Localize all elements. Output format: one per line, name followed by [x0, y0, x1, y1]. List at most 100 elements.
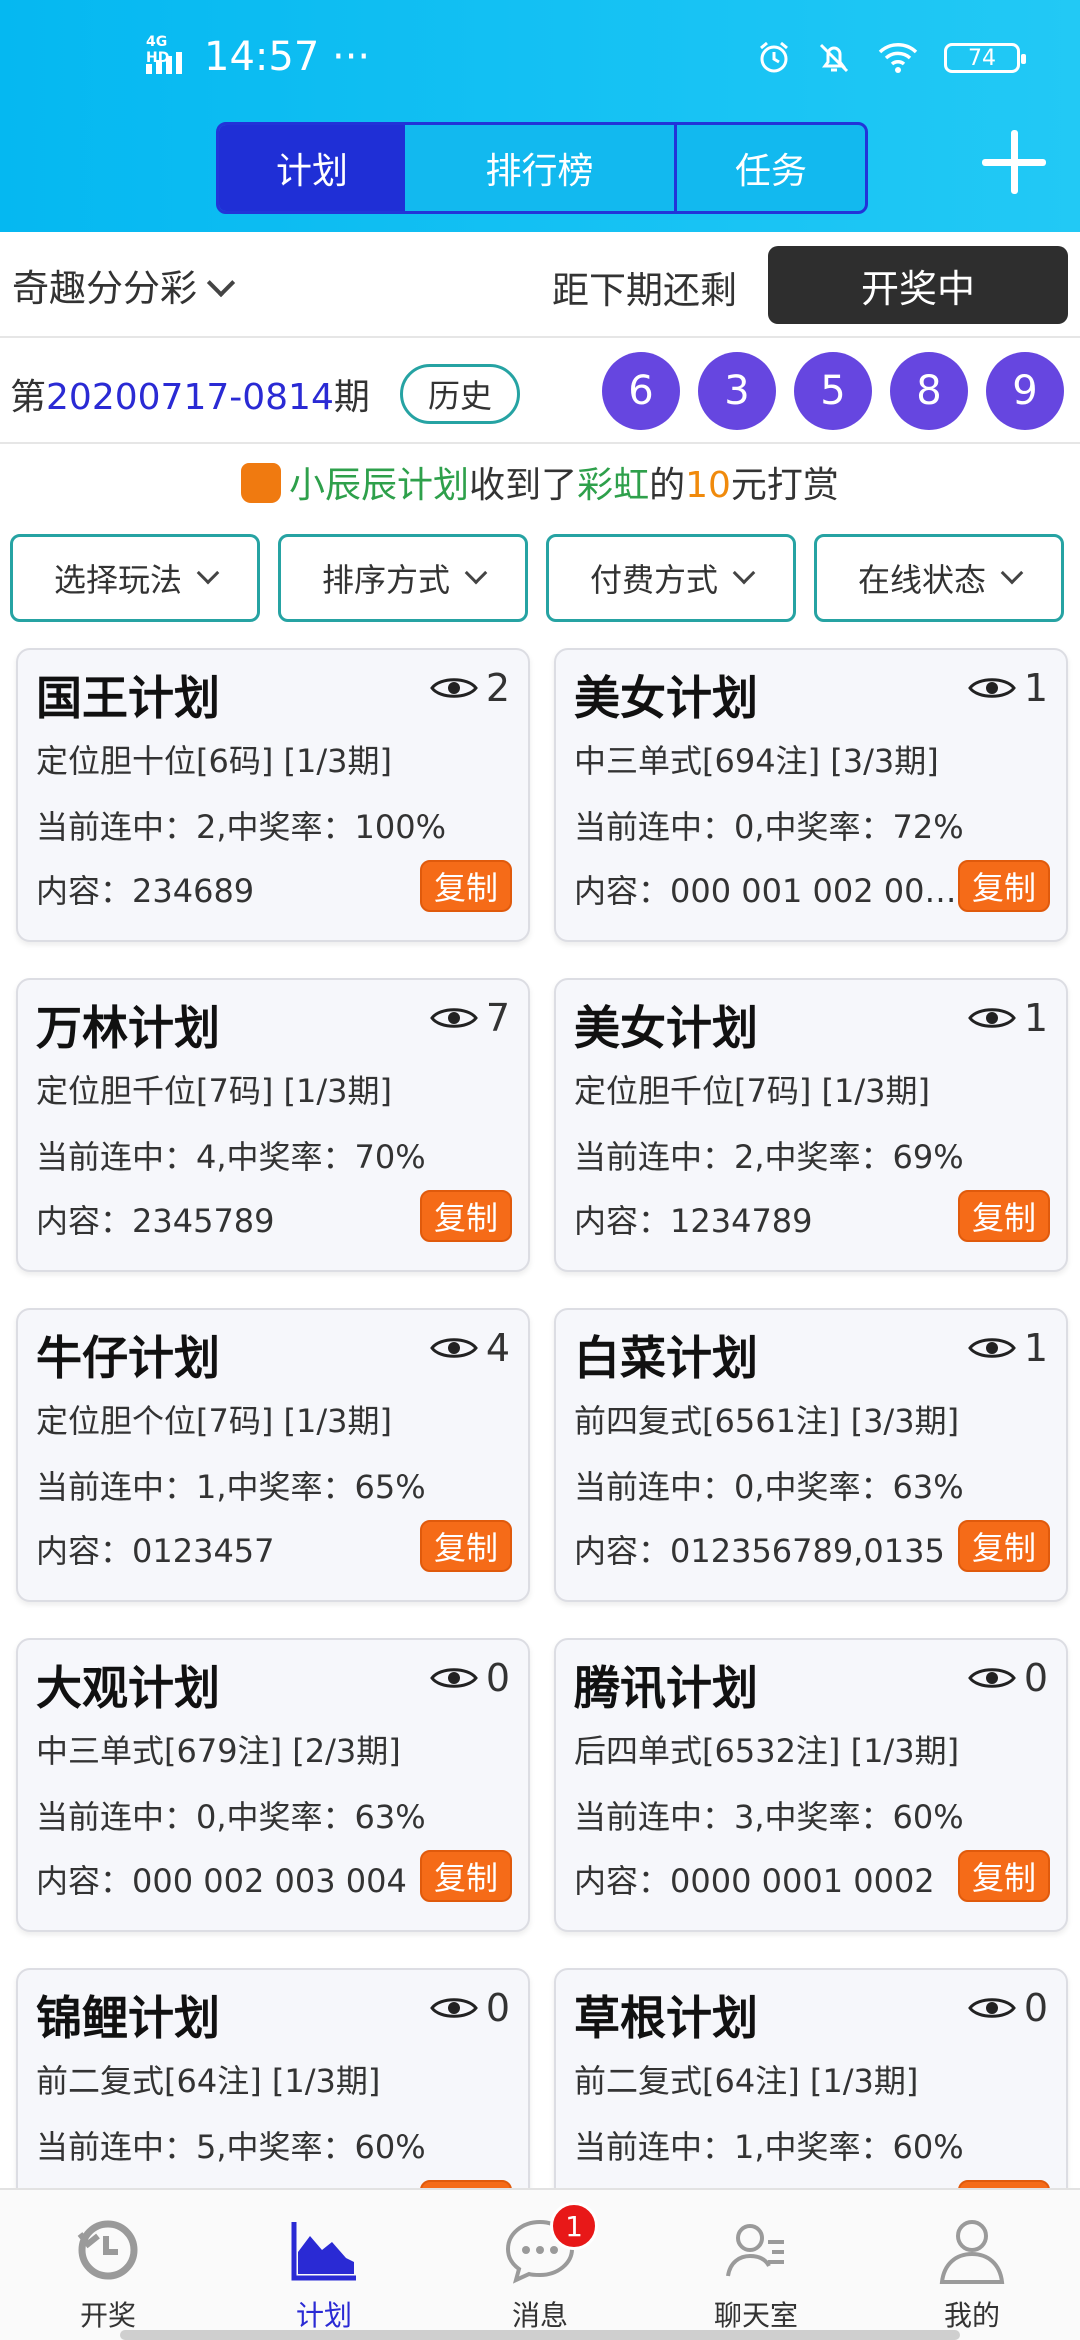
nav-item-profile[interactable]: 我的	[864, 2190, 1080, 2340]
plan-card[interactable]: 美女计划 1 中三单式[694注] [3/3期] 当前连中：0,中奖率：72% …	[554, 648, 1068, 942]
battery-icon: 74	[944, 43, 1026, 73]
plan-card[interactable]: 国王计划 2 定位胆十位[6码] [1/3期] 当前连中：2,中奖率：100% …	[16, 648, 530, 942]
view-count-value: 1	[1023, 1326, 1048, 1370]
countdown-label: 距下期还剩	[552, 269, 737, 312]
plan-title: 美女计划	[574, 671, 758, 725]
plan-desc: 前四复式[6561注] [3/3期]	[574, 1402, 960, 1440]
chevron-down-icon	[464, 561, 488, 585]
eye-icon	[967, 1338, 1016, 1358]
plan-title: 万林计划	[36, 1001, 220, 1055]
tab-plan[interactable]: 计划	[219, 125, 405, 211]
nav-item-chatroom[interactable]: 聊天室	[648, 2190, 864, 2340]
view-count-value: 0	[1023, 1986, 1048, 2030]
plan-card[interactable]: 牛仔计划 4 定位胆个位[7码] [1/3期] 当前连中：1,中奖率：65% 内…	[16, 1308, 530, 1602]
copy-button[interactable]: 复制	[420, 1190, 512, 1242]
period-number: 20200717-0814	[46, 377, 334, 418]
history-button[interactable]: 历史	[400, 364, 520, 424]
result-ball: 5	[794, 352, 872, 430]
copy-button[interactable]: 复制	[420, 860, 512, 912]
view-count-value: 1	[1023, 666, 1048, 710]
plan-title: 牛仔计划	[36, 1331, 220, 1385]
top-tab-bar: 计划 排行榜 任务	[216, 122, 868, 214]
view-count-value: 1	[1023, 996, 1048, 1040]
plan-title: 美女计划	[574, 1001, 758, 1055]
plan-title: 草根计划	[574, 1991, 758, 2045]
plan-title: 大观计划	[36, 1661, 220, 1715]
view-count-value: 7	[485, 996, 510, 1040]
view-count: 1	[967, 996, 1048, 1040]
eye-icon	[967, 1668, 1016, 1688]
eye-icon	[967, 1008, 1016, 1028]
plan-content: 内容：0123457	[36, 1532, 275, 1570]
copy-button[interactable]: 复制	[420, 1850, 512, 1902]
tab-tasks[interactable]: 任务	[677, 125, 865, 211]
plan-content: 内容：2345789	[36, 1202, 275, 1240]
view-count: 0	[967, 1986, 1048, 2030]
plan-content: 内容：1234789	[574, 1202, 813, 1240]
plan-card[interactable]: 白菜计划 1 前四复式[6561注] [3/3期] 当前连中：0,中奖率：63%…	[554, 1308, 1068, 1602]
eye-icon	[429, 1668, 478, 1688]
plan-title: 腾讯计划	[574, 1661, 758, 1715]
copy-button[interactable]: 复制	[958, 1850, 1050, 1902]
view-count-value: 0	[485, 1986, 510, 2030]
copy-button[interactable]: 复制	[958, 1190, 1050, 1242]
copy-button[interactable]: 复制	[958, 860, 1050, 912]
chevron-down-icon	[732, 561, 756, 585]
plan-card[interactable]: 大观计划 0 中三单式[679注] [2/3期] 当前连中：0,中奖率：63% …	[16, 1638, 530, 1932]
plan-stats: 当前连中：2,中奖率：100%	[36, 808, 447, 846]
view-count: 1	[967, 666, 1048, 710]
plan-stats: 当前连中：1,中奖率：65%	[36, 1468, 426, 1506]
plan-card[interactable]: 腾讯计划 0 后四单式[6532注] [1/3期] 当前连中：3,中奖率：60%…	[554, 1638, 1068, 1932]
unread-badge: 1	[550, 2202, 598, 2250]
top-header: 4G HD 14:57 ··· 74 计划 排行榜 任务	[0, 0, 1080, 232]
nav-label: 我的	[943, 2299, 1000, 2332]
filter-play-type[interactable]: 选择玩法	[10, 534, 260, 622]
copy-button[interactable]: 复制	[420, 1520, 512, 1572]
plan-desc: 后四单式[6532注] [1/3期]	[574, 1732, 960, 1770]
notice-text: 元打赏	[730, 465, 839, 506]
plan-content: 内容：000 001 002 003 004	[574, 872, 958, 910]
plan-title: 国王计划	[36, 671, 220, 725]
filter-sort[interactable]: 排序方式	[278, 534, 528, 622]
plus-icon[interactable]	[982, 130, 1046, 194]
copy-button[interactable]: 复制	[958, 1520, 1050, 1572]
nav-item-lottery[interactable]: 开奖	[0, 2190, 216, 2340]
filter-label: 付费方式	[589, 561, 718, 599]
notice-planner: 小辰辰计划	[289, 465, 470, 506]
plan-content: 内容：0000 0001 0002	[574, 1862, 935, 1900]
plan-desc: 中三单式[694注] [3/3期]	[574, 742, 939, 780]
nav-item-plan[interactable]: 计划	[216, 2190, 432, 2340]
plan-title: 白菜计划	[574, 1331, 758, 1385]
chevron-down-icon	[206, 268, 236, 298]
eye-icon	[429, 1338, 478, 1358]
notice-text: 的	[649, 465, 686, 506]
eye-icon	[429, 678, 478, 698]
plan-content: 内容：012356789,0135	[574, 1532, 945, 1570]
plan-card[interactable]: 万林计划 7 定位胆千位[7码] [1/3期] 当前连中：4,中奖率：70% 内…	[16, 978, 530, 1272]
alarm-icon	[760, 41, 788, 73]
wifi-icon	[878, 43, 918, 73]
view-count: 2	[429, 666, 510, 710]
plan-desc: 前二复式[64注] [1/3期]	[574, 2062, 919, 2100]
home-indicator	[120, 2330, 960, 2340]
plan-card[interactable]: 美女计划 1 定位胆千位[7码] [1/3期] 当前连中：2,中奖率：69% 内…	[554, 978, 1068, 1272]
bottom-nav: 开奖 计划 消息 1 聊天室 我的	[0, 2188, 1080, 2340]
lottery-selector[interactable]: 奇趣分分彩	[12, 258, 236, 312]
period-label: 第20200717-0814期	[10, 368, 370, 420]
tab-ranking[interactable]: 排行榜	[405, 125, 677, 211]
chart-icon	[291, 2222, 356, 2281]
period-prefix: 第	[10, 377, 47, 418]
nav-label: 聊天室	[713, 2299, 798, 2332]
filter-online[interactable]: 在线状态	[814, 534, 1064, 622]
plan-stats: 当前连中：5,中奖率：60%	[36, 2128, 426, 2166]
eye-icon	[967, 1998, 1016, 2018]
filter-payment[interactable]: 付费方式	[546, 534, 796, 622]
chevron-down-icon	[196, 561, 220, 585]
draw-result-balls: 6 3 5 8 9	[602, 352, 1064, 430]
plan-desc: 前二复式[64注] [1/3期]	[36, 2062, 381, 2100]
signal-icon: 4G HD	[146, 34, 190, 74]
nav-item-messages[interactable]: 消息 1	[432, 2190, 648, 2340]
result-ball: 9	[986, 352, 1064, 430]
period-suffix: 期	[333, 377, 370, 418]
plan-content: 内容：234689	[36, 872, 255, 910]
